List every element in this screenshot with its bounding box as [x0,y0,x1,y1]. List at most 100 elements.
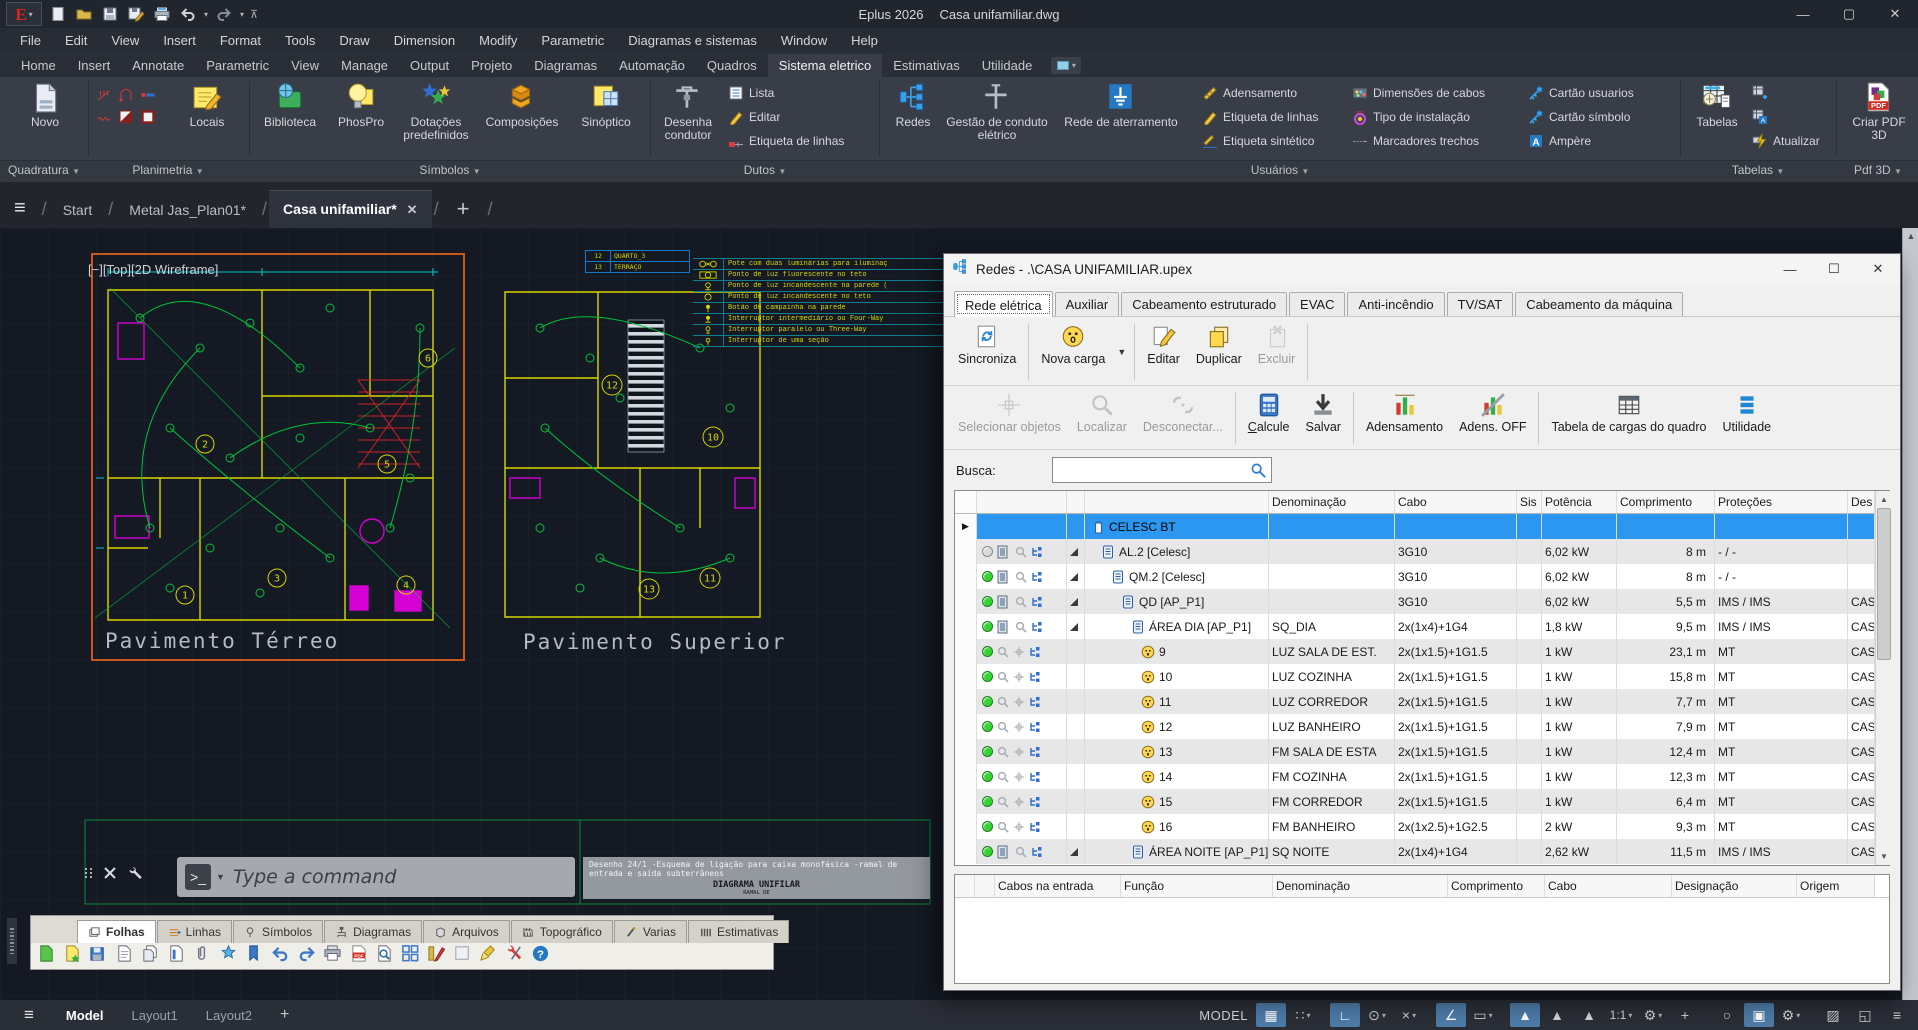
ribbon-button-lista[interactable]: Lista [728,85,774,101]
status-annotation-autoscale-button[interactable]: ▲ [1542,1003,1572,1027]
dialog-button-nova-carga[interactable]: Nova carga [1033,321,1113,383]
ribbon-button-etiqueta-de-linhas[interactable]: Etiqueta de linhas [728,133,844,149]
save-as-icon[interactable] [126,4,146,24]
row-icons[interactable] [977,739,1067,764]
table-scroll-thumb[interactable] [1877,508,1891,660]
preview-icon[interactable] [375,944,394,968]
ribbon-button-gest-o-de-conduto-el-trico[interactable]: Gestão de conduto elétrico [944,81,1050,142]
new-sheet-icon[interactable] [37,944,56,968]
panel-label-quadratura[interactable]: Quadratura ▼ [8,163,80,177]
dialog-maximize-button[interactable]: ☐ [1812,255,1856,283]
dock-tab-varias[interactable]: Varias [614,920,687,943]
row-icons[interactable] [977,564,1067,589]
layout-tools-icon[interactable] [427,944,446,968]
dialog-tab-tv-sat[interactable]: TV/SAT [1447,292,1514,316]
command-close-icon[interactable] [103,866,117,880]
dialog-button-duplicar[interactable]: Duplicar [1188,321,1250,383]
dialog-button-nova-carga-caret-icon[interactable]: ▼ [1113,321,1130,383]
panel-label-usuários[interactable]: Usuários ▼ [1251,163,1310,177]
column-header-blank[interactable] [977,491,1067,513]
ribbon-button-novo[interactable]: Novo [12,81,78,129]
ribbon-button-desenha-condutor[interactable]: Desenha condutor [652,81,724,142]
ribbon-button-adensamento[interactable]: Adensamento [1202,85,1297,101]
dialog-button-adensamento[interactable]: Adensamento [1358,389,1451,447]
ribbon-tab-parametric[interactable]: Parametric [195,54,280,77]
new-drawing-tab-button[interactable]: + [441,190,486,228]
row-expand[interactable] [1067,639,1085,664]
dialog-close-button[interactable]: ✕ [1856,255,1900,283]
circuit-row[interactable]: 13FM SALA DE ESTA2x(1x1.5)+1G1.51 kW12,4… [955,739,1875,764]
status-snap-mode-button[interactable]: ∷▾ [1288,1003,1318,1027]
status-object-snap-settings-button[interactable]: ▭▾ [1468,1003,1498,1027]
ribbon-button-sin-ptico[interactable]: Sinóptico [567,81,645,129]
menu-view[interactable]: View [99,28,151,52]
ribbon-button-composi-es[interactable]: Composições [477,81,567,129]
ribbon-button-locais[interactable]: Locais [174,81,240,129]
ribbon-button-criar-pdf-3d[interactable]: PDFCriar PDF 3D [1846,81,1912,142]
dialog-button-tabela-de-cargas-do-quadro[interactable]: Tabela de cargas do quadro [1543,389,1714,447]
bottom-column-header-cabos-na-entrada[interactable]: Cabos na entrada [995,875,1121,897]
row-expand[interactable] [1067,714,1085,739]
redo-icon[interactable] [297,944,316,968]
ribbon-button-cart-o-usuarios[interactable]: Cartão usuarios [1528,85,1634,101]
row-expand[interactable] [1067,664,1085,689]
dialog-titlebar[interactable]: Redes - .\CASA UNIFAMILIAR.upex — ☐ ✕ [944,254,1900,284]
ribbon-tab-utilidade[interactable]: Utilidade [971,54,1044,77]
maximize-button[interactable]: ▢ [1826,0,1872,28]
dock-tab-topogr-fico[interactable]: Topográfico [511,920,613,943]
planimetria-tool-6-icon[interactable] [140,109,162,131]
menu-draw[interactable]: Draw [327,28,381,52]
copy-sheet-icon[interactable] [141,944,160,968]
ribbon-tab-insert[interactable]: Insert [67,54,122,77]
circuit-row[interactable]: 14FM COZINHA2x(1x1.5)+1G1.51 kW12,3 mMTC… [955,764,1875,789]
print-icon[interactable] [323,944,342,968]
circuit-row[interactable]: 10LUZ COZINHA2x(1x1.5)+1G1.51 kW15,8 mMT… [955,664,1875,689]
row-expand[interactable] [1067,814,1085,839]
panel-label-símbolos[interactable]: Símbolos ▼ [419,163,480,177]
file-tabs-menu-icon[interactable]: ≡ [0,197,40,228]
ribbon-tab-output[interactable]: Output [399,54,460,77]
row-icons[interactable] [977,664,1067,689]
dialog-tab-evac[interactable]: EVAC [1289,292,1345,316]
menu-parametric[interactable]: Parametric [529,28,616,52]
dialog-button-editar[interactable]: Editar [1139,321,1188,383]
new-file-icon[interactable] [48,4,68,24]
row-icons[interactable] [977,689,1067,714]
tab-close-icon[interactable]: ✕ [407,202,418,217]
ribbon-tab-automação[interactable]: Automação [608,54,696,77]
row-expand[interactable] [1067,839,1085,864]
dialog-button-salvar[interactable]: Salvar [1298,389,1349,447]
status-clean-screen-button[interactable]: ◱ [1850,1003,1880,1027]
ribbon-button-dimens-es-de-cabos[interactable]: Dimensões de cabos [1352,85,1485,101]
row-icons[interactable] [977,514,1067,539]
menu-edit[interactable]: Edit [53,28,99,52]
bottom-column-blank[interactable] [975,875,995,897]
bottom-column-header-comprimento[interactable]: Comprimento [1448,875,1545,897]
column-header-blank[interactable] [1067,491,1085,513]
sheet-icon[interactable] [115,944,134,968]
ribbon-tab-quadros[interactable]: Quadros [696,54,768,77]
bottom-column-header-origem[interactable]: Origem [1797,875,1875,897]
pdf-export-icon[interactable]: PDF [349,944,368,968]
circuit-row[interactable]: 15FM CORREDOR2x(1x1.5)+1G1.51 kW6,4 mMTC… [955,789,1875,814]
row-expand[interactable] [1067,764,1085,789]
circuit-row[interactable]: 11LUZ CORREDOR2x(1x1.5)+1G1.51 kW7,7 mMT… [955,689,1875,714]
panel-label-pdf-3d[interactable]: Pdf 3D ▼ [1854,163,1902,177]
column-header-cabo[interactable]: Cabo [1395,491,1517,513]
row-expand[interactable] [1067,539,1085,564]
bottom-column-header-denomina-o[interactable]: Denominação [1273,875,1448,897]
ribbon-button-amp-re[interactable]: AAmpère [1528,133,1591,149]
command-grip-icon[interactable] [85,868,93,878]
menu-help[interactable]: Help [839,28,890,52]
ribbon-display-toggle[interactable]: ▾ [1051,57,1081,74]
status-hardware-acceleration-button[interactable]: ▣ [1744,1003,1774,1027]
circuit-row[interactable]: 9LUZ SALA DE EST.2x(1x1.5)+1G1.51 kW23,1… [955,639,1875,664]
menu-diagramas-e-sistemas[interactable]: Diagramas e sistemas [616,28,769,52]
column-header-blank[interactable] [955,491,977,513]
tile-view-icon[interactable] [401,944,420,968]
help-icon[interactable]: ? [531,944,550,968]
circuit-row[interactable]: ▶CELESC BT [955,514,1875,539]
redo-caret-icon[interactable]: ▾ [240,10,244,19]
save-sheet-icon[interactable] [89,944,108,968]
ribbon-button-editar[interactable]: Editar [728,109,780,125]
